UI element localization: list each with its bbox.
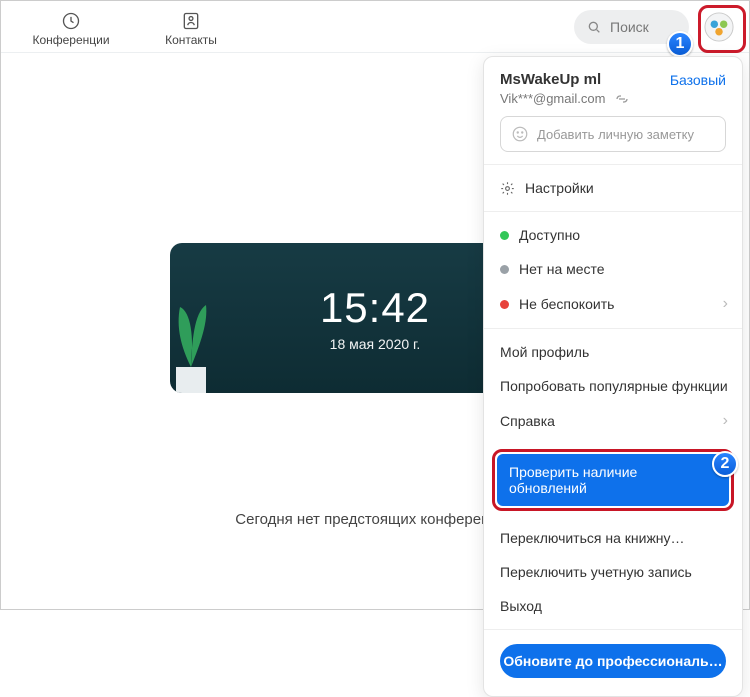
tab-label: Конференции [32, 33, 109, 47]
menu-label: Проверить наличие обновлений [509, 464, 637, 496]
profile-header: MsWakeUp ml Базовый Vik***@gmail.com Доб… [484, 71, 742, 165]
menu-switch-view[interactable]: Переключиться на книжну… [484, 521, 742, 555]
chevron-right-icon: › [723, 412, 728, 430]
clock-time: 15:42 [320, 284, 430, 332]
plan-badge[interactable]: Базовый [670, 72, 726, 88]
plant-decoration-icon [170, 287, 216, 393]
status-dnd[interactable]: Не беспокоить › [484, 286, 742, 322]
menu-try-features[interactable]: Попробовать популярные функции [484, 369, 742, 403]
contact-icon [181, 11, 201, 31]
smile-icon [511, 125, 529, 143]
menu-check-updates[interactable]: Проверить наличие обновлений [497, 454, 729, 506]
menu-settings[interactable]: Настройки [484, 171, 742, 205]
menu-label: Переключить учетную запись [500, 564, 692, 580]
status-dot-icon [500, 265, 509, 274]
status-away[interactable]: Нет на месте [484, 252, 742, 286]
link-icon [615, 94, 629, 104]
clock-icon [61, 11, 81, 31]
menu-label: Попробовать популярные функции [500, 378, 728, 394]
empty-meetings-label: Сегодня нет предстоящих конференций [235, 483, 514, 540]
menu-label: Справка [500, 413, 555, 429]
search-placeholder: Поиск [610, 19, 649, 35]
menu-label: Мой профиль [500, 344, 589, 360]
annotation-badge-2: 2 [712, 451, 738, 477]
status-label: Доступно [519, 227, 580, 243]
menu-my-profile[interactable]: Мой профиль [484, 335, 742, 369]
status-dot-icon [500, 231, 509, 240]
status-label: Нет на месте [519, 261, 605, 277]
status-available[interactable]: Доступно [484, 218, 742, 252]
status-label: Не беспокоить [519, 296, 614, 312]
search-icon [586, 19, 602, 35]
note-placeholder: Добавить личную заметку [537, 127, 694, 142]
profile-avatar-button[interactable] [699, 7, 739, 47]
chevron-right-icon: › [723, 295, 728, 313]
menu-label: Выход [500, 598, 542, 614]
status-dot-icon [500, 300, 509, 309]
menu-help[interactable]: Справка › [484, 403, 742, 439]
tab-contacts[interactable]: Контакты [131, 7, 251, 47]
gear-icon [500, 181, 515, 196]
menu-switch-account[interactable]: Переключить учетную запись [484, 555, 742, 589]
profile-dropdown: MsWakeUp ml Базовый Vik***@gmail.com Доб… [483, 56, 743, 697]
personal-note-input[interactable]: Добавить личную заметку [500, 116, 726, 152]
profile-name: MsWakeUp ml [500, 71, 601, 88]
clock-date: 18 мая 2020 г. [330, 336, 421, 352]
menu-label: Переключиться на книжну… [500, 530, 685, 546]
upgrade-label: Обновите до профессиональ… [503, 653, 722, 669]
profile-email: Vik***@gmail.com [500, 91, 605, 106]
annotation-highlight-2: Проверить наличие обновлений [492, 449, 734, 511]
topbar: Конференции Контакты Поиск [1, 1, 749, 53]
annotation-badge-1: 1 [667, 31, 693, 57]
avatar-icon [704, 12, 734, 42]
upgrade-button[interactable]: Обновите до профессиональ… [500, 644, 726, 678]
tab-conferences[interactable]: Конференции [11, 7, 131, 47]
menu-logout[interactable]: Выход [484, 589, 742, 623]
tab-label: Контакты [165, 33, 217, 47]
menu-label: Настройки [525, 180, 594, 196]
